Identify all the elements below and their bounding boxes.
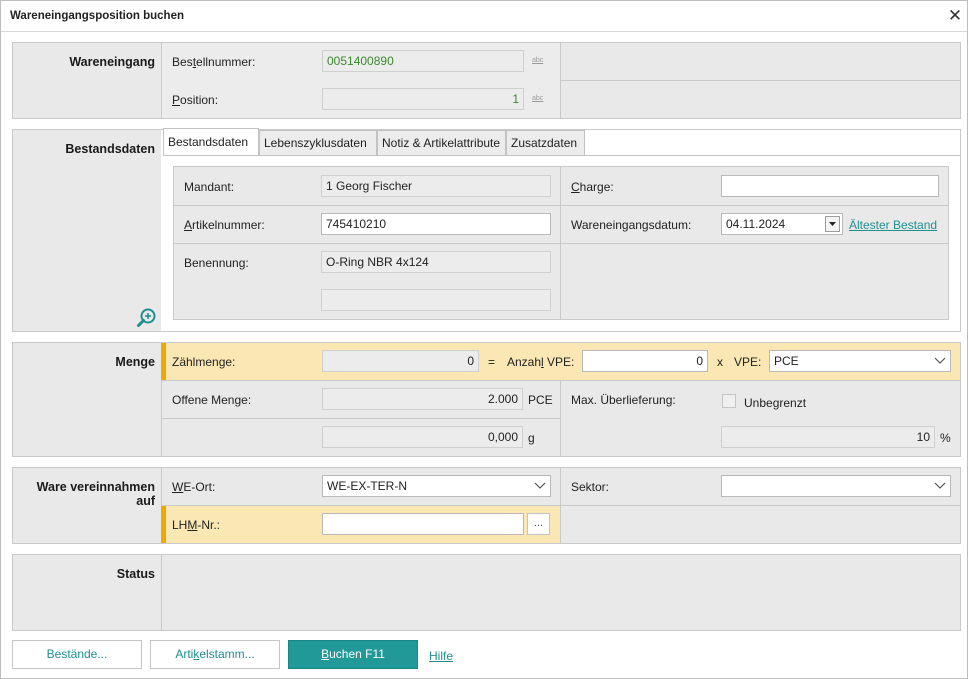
lhm-nr-label: LHM-Nr.:: [172, 518, 221, 532]
gewicht-unit: g: [528, 431, 535, 445]
offene-menge-field[interactable]: 2.000: [322, 388, 523, 410]
position-label: Position:: [172, 93, 219, 107]
wareneingangsdatum-label: Wareneingangsdatum:: [571, 218, 692, 232]
vpe-label: VPE:: [734, 355, 762, 369]
wareneingang-label: Wareneingang: [69, 55, 155, 69]
menge-label: Menge: [115, 355, 155, 369]
mandant-field[interactable]: 1 Georg Fischer: [321, 175, 551, 197]
hilfe-link[interactable]: Hilfe: [429, 649, 453, 663]
benennung2-field[interactable]: [321, 289, 551, 311]
spellcheck-icon[interactable]: abc: [532, 95, 543, 102]
tab-zusatzdaten[interactable]: Zusatzdaten: [506, 130, 585, 155]
zaehlmenge-field[interactable]: 0: [322, 350, 479, 372]
artikelnummer-input[interactable]: 745410210: [321, 213, 551, 235]
offene-menge-label: Offene Menge:: [172, 393, 252, 407]
lhm-nr-input[interactable]: [322, 513, 524, 535]
charge-input[interactable]: [721, 175, 939, 197]
bestellnummer-field[interactable]: 0051400890: [322, 50, 524, 72]
tab-bestandsdaten[interactable]: Bestandsdaten: [163, 128, 259, 156]
times-sign: x: [717, 355, 723, 369]
max-ueberlieferung-label: Max. Überlieferung:: [571, 393, 676, 407]
aeltester-bestand-link[interactable]: Ältester Bestand: [849, 218, 937, 232]
ueberlieferung-field[interactable]: 10: [721, 426, 935, 448]
we-ort-select[interactable]: WE-EX-TER-N: [322, 475, 551, 497]
wareneingangsdatum-input[interactable]: 04.11.2024: [721, 213, 843, 235]
lhm-browse-button[interactable]: ...: [527, 513, 550, 535]
we-ort-label: WE-Ort:: [172, 480, 216, 494]
buchen-button[interactable]: Buchen F11: [288, 640, 418, 669]
position-field[interactable]: 1: [322, 88, 524, 110]
tab-notiz-artikelattribute[interactable]: Notiz & Artikelattribute: [377, 130, 506, 155]
status-label: Status: [116, 567, 155, 581]
we-ort-value: WE-EX-TER-N: [327, 479, 407, 493]
charge-label: Charge:: [571, 180, 614, 194]
ueberlieferung-unit: %: [940, 431, 951, 445]
artikelstamm-button[interactable]: Artikelstamm...: [150, 640, 280, 669]
chevron-down-icon: [934, 482, 946, 489]
chevron-down-icon: [534, 482, 546, 489]
mandant-label: Mandant:: [184, 180, 235, 194]
benennung-label: Benennung:: [184, 256, 249, 270]
dropdown-arrow-icon[interactable]: [825, 216, 840, 232]
title-bar: Wareneingangsposition buchen ✕: [1, 1, 967, 32]
vpe-value: PCE: [774, 354, 799, 368]
benennung-field[interactable]: O-Ring NBR 4x124: [321, 251, 551, 273]
zoom-in-icon[interactable]: [136, 306, 158, 328]
wareneingangsdatum-value: 04.11.2024: [726, 217, 786, 231]
artikelnummer-label: Artikelnummer:: [184, 218, 265, 232]
bestellnummer-label: Bestellnummer:: [172, 55, 256, 69]
anzahl-vpe-label: Anzahl VPE:: [507, 355, 575, 369]
gewicht-field[interactable]: 0,000: [322, 426, 523, 448]
sektor-label: Sektor:: [571, 480, 610, 494]
status-section: Status: [12, 554, 961, 631]
window-title: Wareneingangsposition buchen: [10, 10, 184, 22]
zaehlmenge-label: Zählmenge:: [172, 355, 236, 369]
unbegrenzt-label: Unbegrenzt: [744, 396, 807, 410]
offene-menge-unit: PCE: [528, 393, 553, 407]
tab-lebenszyklusdaten[interactable]: Lebenszyklusdaten: [259, 130, 377, 155]
equals-sign: =: [488, 355, 496, 369]
unbegrenzt-checkbox[interactable]: [722, 394, 736, 408]
bestandsdaten-label: Bestandsdaten: [65, 142, 155, 156]
spellcheck-icon[interactable]: abc: [532, 57, 543, 64]
anzahl-vpe-input[interactable]: 0: [582, 350, 708, 372]
sektor-select[interactable]: [721, 475, 951, 497]
dialog-window: Wareneingangsposition buchen ✕ Wareneing…: [0, 0, 968, 679]
chevron-down-icon: [934, 357, 946, 364]
ware-vereinnahmen-label: Ware vereinnahmen auf: [36, 480, 155, 508]
bestaende-button[interactable]: Bestände...: [12, 640, 142, 669]
vpe-select[interactable]: PCE: [769, 350, 951, 372]
close-icon[interactable]: ✕: [945, 6, 965, 26]
